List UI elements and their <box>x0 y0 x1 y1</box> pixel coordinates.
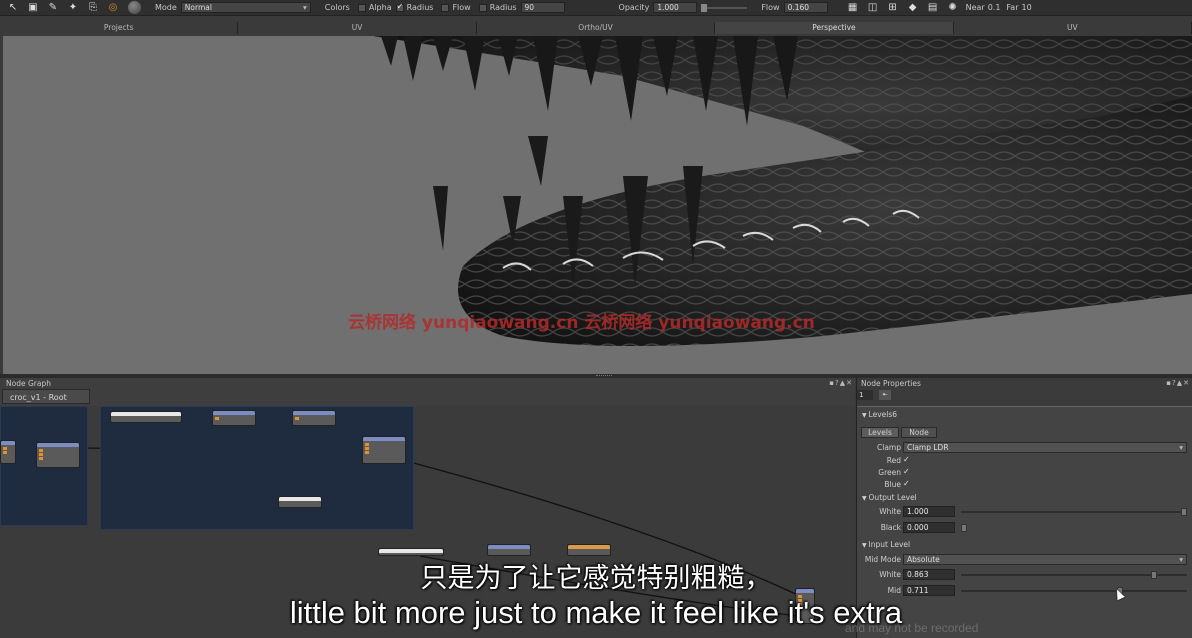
radius2-label: Radius <box>489 3 517 12</box>
tab-ortho-uv[interactable]: Ortho/UV <box>476 22 716 34</box>
radius-field[interactable]: 90 <box>520 2 565 13</box>
mode-label: Mode <box>155 3 177 12</box>
node-graph-title: Node Graph <box>6 379 51 388</box>
alpha-checkbox[interactable] <box>395 2 404 12</box>
output-white-field[interactable]: 1.000 <box>903 506 955 517</box>
grid-icon[interactable]: ⊞ <box>886 2 900 14</box>
node-name-header[interactable]: Levels6 <box>862 410 897 419</box>
output-white-slider-handle[interactable] <box>1181 508 1187 516</box>
graph-node[interactable] <box>278 496 322 508</box>
output-black-slider-handle[interactable] <box>961 524 967 532</box>
output-level-header[interactable]: Output Level <box>862 493 917 502</box>
backdrop-main[interactable] <box>100 406 414 530</box>
output-white-label: White <box>879 507 901 516</box>
flow-checkbox[interactable] <box>478 3 487 12</box>
clamp-label: Clamp <box>877 443 901 452</box>
graph-node[interactable] <box>110 411 182 423</box>
opacity-slider[interactable] <box>701 3 748 12</box>
blue-label: Blue <box>884 480 901 489</box>
radius-checkbox[interactable] <box>441 3 450 12</box>
graph-node[interactable] <box>378 548 444 556</box>
lighting-icon[interactable]: ✺ <box>946 2 960 14</box>
graph-node[interactable] <box>36 442 80 468</box>
tab-projects[interactable]: Projects <box>0 22 239 34</box>
red-checkbox[interactable]: ✓ <box>903 456 911 464</box>
graph-node[interactable] <box>362 436 406 464</box>
subtitle-english: little bit more just to make it feel lik… <box>289 595 903 630</box>
radius-label: Radius <box>406 3 434 12</box>
output-black-field[interactable]: 0.000 <box>903 522 955 533</box>
mode-select[interactable]: Normal <box>180 2 311 13</box>
tab-uv[interactable]: UV <box>238 22 477 34</box>
far-label: Far <box>1006 3 1019 12</box>
view-tabs: Projects UV Ortho/UV Perspective UV <box>0 22 1192 34</box>
red-label: Red <box>886 456 901 465</box>
graph-node[interactable] <box>212 410 256 426</box>
output-black-label: Black <box>880 523 901 532</box>
graph-node[interactable] <box>0 440 16 464</box>
paint-tool-icon[interactable]: ▣ <box>26 2 40 14</box>
green-label: Green <box>878 468 901 477</box>
pin-button[interactable]: ⇤ <box>879 390 891 400</box>
alpha-label: Alpha <box>368 3 392 12</box>
color-swatch[interactable] <box>128 1 141 14</box>
blue-checkbox[interactable]: ✓ <box>903 480 911 488</box>
colors-checkbox[interactable] <box>357 3 366 12</box>
tab-uv-2[interactable]: UV <box>953 22 1192 34</box>
tab-node[interactable]: Node <box>901 427 937 438</box>
flow2-label: Flow <box>761 3 780 12</box>
opacity-field[interactable]: 1.000 <box>653 2 698 13</box>
near-value[interactable]: 0.1 <box>988 3 1001 12</box>
tab-croc-root[interactable]: croc_v1 - Root <box>2 389 90 404</box>
output-white-slider[interactable] <box>961 508 1187 516</box>
input-level-header[interactable]: Input Level <box>862 540 911 549</box>
page-number-field[interactable]: 1 <box>857 390 873 400</box>
subtitle-chinese: 只是为了让它感觉特别粗糙， <box>420 563 772 594</box>
target-icon[interactable]: ◎ <box>106 2 120 14</box>
tab-levels[interactable]: Levels <box>861 427 899 438</box>
perspective-viewport[interactable]: 云桥网络 yunqiaowang.cn 云桥网络 yunqiaowang.cn <box>3 36 1192 374</box>
node-graph-panel-controls[interactable]: ▪?▲✕ <box>829 379 853 387</box>
cursor-tool-icon[interactable]: ↖ <box>6 2 20 14</box>
view-icon[interactable]: ▦ <box>846 2 860 14</box>
node-properties-title: Node Properties <box>861 379 921 388</box>
brush-tool-icon[interactable]: ✎ <box>46 2 60 14</box>
green-checkbox[interactable]: ✓ <box>903 468 911 476</box>
layers-icon[interactable]: ▤ <box>926 2 940 14</box>
graph-node[interactable] <box>292 410 336 426</box>
tab-perspective[interactable]: Perspective <box>715 22 954 34</box>
output-black-slider[interactable] <box>961 524 1187 532</box>
flow-label: Flow <box>452 3 471 12</box>
clone-tool-icon[interactable]: ⎘ <box>86 2 100 14</box>
cube-icon[interactable]: ◆ <box>906 2 920 14</box>
top-toolbar: ↖ ▣ ✎ ✦ ⎘ ◎ Mode Normal Colors Alpha Rad… <box>0 0 1192 16</box>
smear-tool-icon[interactable]: ✦ <box>66 2 80 14</box>
clamp-select[interactable]: Clamp LDR <box>903 442 1187 453</box>
far-value[interactable]: 10 <box>1021 3 1031 12</box>
opacity-label: Opacity <box>618 3 650 12</box>
flow-field[interactable]: 0.160 <box>783 2 828 13</box>
near-label: Near <box>965 3 985 12</box>
graph-node[interactable] <box>487 544 531 556</box>
colors-label: Colors <box>324 3 350 12</box>
watermark: 云桥网络 yunqiaowang.cn 云桥网络 yunqiaowang.cn <box>348 313 815 333</box>
node-properties-panel-controls[interactable]: ▪?▲✕ <box>1166 379 1190 387</box>
camera-icon[interactable]: ◫ <box>866 2 880 14</box>
graph-node[interactable] <box>567 544 611 556</box>
